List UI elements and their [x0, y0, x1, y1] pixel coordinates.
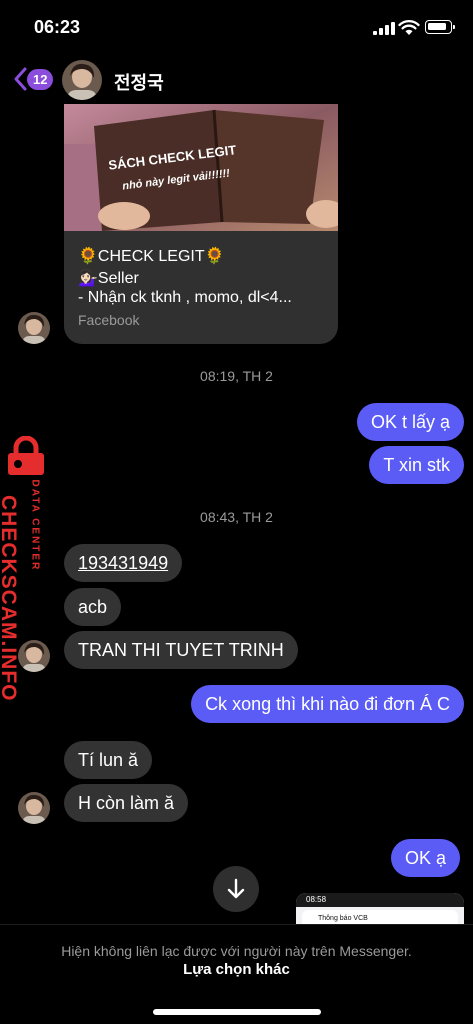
status-bar: 06:23 [0, 0, 473, 58]
sender-avatar[interactable] [18, 312, 50, 344]
home-indicator[interactable] [153, 1009, 321, 1015]
back-chevron-icon[interactable] [12, 66, 28, 92]
preview-time: 08:58 [306, 895, 327, 904]
chat-header: 12 전정국 [0, 58, 473, 104]
card-title: 🌻CHECK LEGIT🌻 [78, 248, 225, 265]
other-options-link[interactable]: Lựa chọn khác [0, 961, 473, 978]
link-preview-image: SÁCH CHECK LEGIT nhỏ này legit vải!!!!!! [64, 104, 338, 231]
unavailable-footer: Hiện không liên lạc được với người này t… [0, 924, 473, 1024]
card-line: - Nhận ck tknh , momo, dl<4... [78, 289, 292, 306]
scroll-to-bottom-button[interactable] [213, 866, 259, 912]
shared-link-card[interactable]: SÁCH CHECK LEGIT nhỏ này legit vải!!!!!!… [64, 104, 338, 344]
sender-avatar[interactable] [18, 792, 50, 824]
message-timestamp: 08:19, TH 2 [200, 368, 273, 384]
outgoing-message[interactable]: OK t lấy ạ [356, 403, 464, 441]
incoming-message-link[interactable]: 193431949 [64, 544, 183, 582]
contact-avatar[interactable] [62, 60, 102, 100]
incoming-message[interactable]: Tí lun ă [64, 741, 153, 779]
outgoing-message[interactable]: T xin stk [369, 446, 464, 484]
battery-icon [425, 20, 455, 34]
sender-avatar[interactable] [18, 640, 50, 672]
message-timestamp: 08:43, TH 2 [200, 509, 273, 525]
lock-icon [8, 436, 44, 475]
status-time: 06:23 [34, 17, 81, 37]
wifi-icon [398, 20, 420, 35]
incoming-message[interactable]: acb [64, 588, 122, 626]
scroll-down-arrow-icon [227, 878, 245, 899]
incoming-message[interactable]: TRAN THI TUYET TRINH [64, 631, 298, 669]
card-source: Facebook [78, 312, 140, 328]
card-line: 💁🏻‍♀️Seller [78, 270, 139, 287]
outgoing-message[interactable]: OK ạ [390, 839, 460, 877]
contact-name[interactable]: 전정국 [114, 69, 164, 95]
preview-notice-text: Thông báo VCB [318, 915, 368, 922]
incoming-message[interactable]: H còn làm ă [64, 784, 189, 822]
unavailable-notice: Hiện không liên lạc được với người này t… [61, 943, 412, 959]
checkscam-watermark: CHECKSCAM.INFO DATA CENTER [0, 436, 54, 702]
unread-badge[interactable]: 12 [27, 69, 54, 90]
signal-icon [373, 22, 395, 35]
preview-status-bar: 08:58 [296, 893, 464, 907]
outgoing-message[interactable]: Ck xong thì khi nào đi đơn Á C [191, 685, 464, 723]
